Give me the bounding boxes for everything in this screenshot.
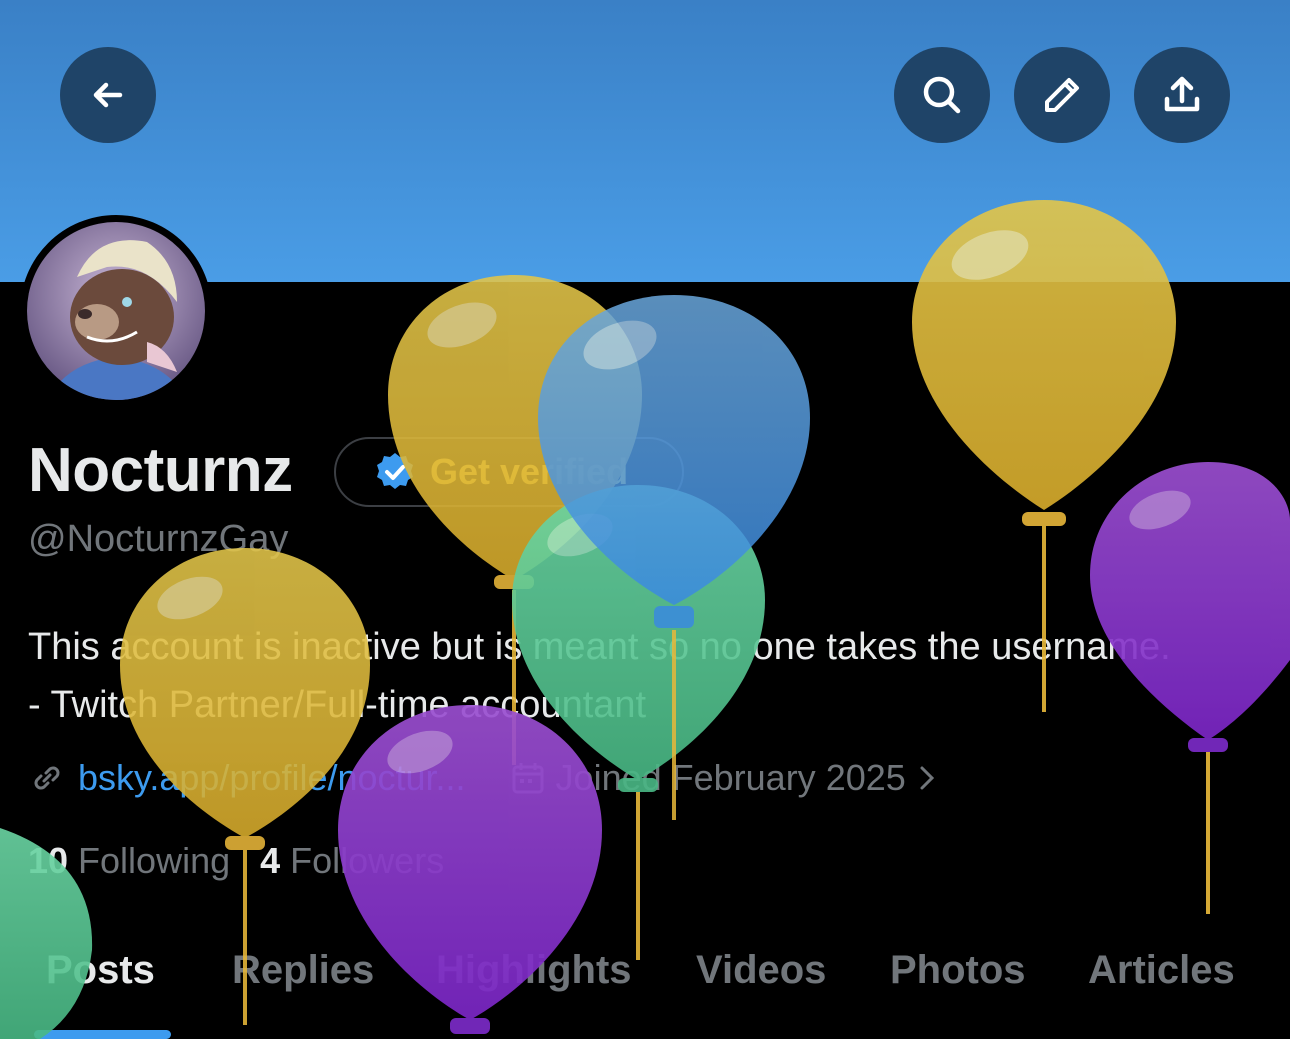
bio-text: This account is inactive but is meant so… (28, 626, 1171, 726)
following-label: Following (78, 840, 231, 881)
verified-badge-icon (377, 453, 413, 489)
tab-photos[interactable]: Photos (890, 948, 1026, 993)
arrow-left-icon (93, 82, 123, 108)
tab-replies[interactable]: Replies (232, 948, 374, 993)
active-tab-indicator (34, 1030, 171, 1039)
profile-meta: bsky.app/profile/noctur... Joined Februa… (28, 752, 940, 804)
get-verified-label: Get verified (430, 451, 629, 492)
followers-label: Followers (290, 840, 445, 881)
chevron-right-icon (920, 766, 934, 790)
profile-banner[interactable] (0, 0, 1290, 282)
tab-highlights[interactable]: Highlights (436, 948, 632, 993)
tab-posts[interactable]: Posts (46, 948, 155, 993)
follow-counts: 10 Following 4 Followers (28, 840, 444, 882)
tab-articles[interactable]: Articles (1088, 948, 1235, 993)
profile-link[interactable]: bsky.app/profile/noctur... (78, 757, 466, 799)
back-button[interactable] (60, 47, 156, 143)
joined-label: Joined February 2025 (555, 757, 906, 798)
search-button[interactable] (894, 47, 990, 143)
edit-button[interactable] (1014, 47, 1110, 143)
get-verified-button[interactable]: Get verified (334, 437, 684, 507)
following-count[interactable]: 10 Following (28, 840, 230, 882)
share-button[interactable] (1134, 47, 1230, 143)
pencil-icon (1045, 78, 1079, 112)
display-name: Nocturnz (28, 436, 293, 505)
avatar-image (27, 222, 205, 400)
share-upload-icon (1164, 76, 1200, 112)
avatar[interactable] (20, 215, 212, 407)
user-handle: @NocturnzGay (28, 518, 289, 560)
tab-videos[interactable]: Videos (696, 948, 826, 993)
followers-number: 4 (260, 840, 281, 881)
joined-info[interactable]: Joined February 2025 (510, 757, 940, 799)
balloon-blue (538, 295, 810, 820)
following-number: 10 (28, 840, 69, 881)
profile-tabs: Posts Replies Highlights Videos Photos A… (0, 940, 1290, 1039)
search-icon (923, 76, 961, 114)
calendar-icon (512, 763, 544, 794)
link-icon (34, 766, 60, 790)
followers-count[interactable]: 4 Followers (260, 840, 444, 882)
